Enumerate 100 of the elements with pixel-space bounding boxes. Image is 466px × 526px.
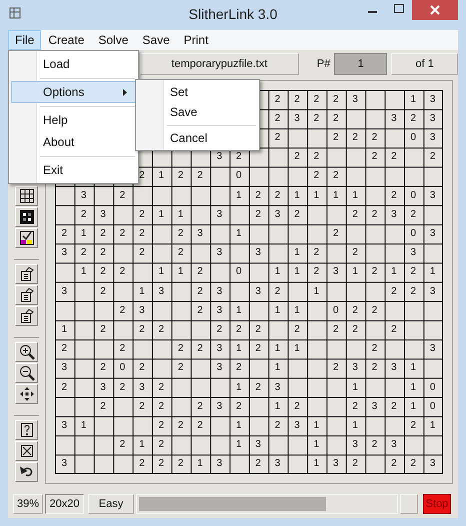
menu-item[interactable]: Save [135,30,177,50]
menu-entry[interactable]: Cancel [138,122,257,148]
menu-item[interactable]: Create [41,30,92,50]
clue-number: 3 [255,247,261,258]
clue-number: 3 [216,343,222,354]
clue-number: 2 [314,112,320,124]
clue-number: 2 [178,170,184,182]
clue-number: 1 [197,458,203,470]
clue-number: 2 [410,266,416,278]
menu-entry[interactable]: About [11,131,136,153]
clue-number: 0 [236,266,242,278]
clue-number: 2 [352,400,358,412]
clue-number: 3 [255,286,261,297]
clue-number: 3 [62,362,68,374]
clue-number: 1 [236,343,242,354]
clue-number: 2 [274,286,280,297]
clue-number: 3 [274,382,280,393]
clue-number: 1 [314,420,320,431]
menu-item[interactable]: Solve [91,30,136,50]
clue-number: 2 [100,286,106,297]
clue-number: 2 [332,112,339,124]
clue-number: 2 [197,343,203,354]
clue-number: 2 [120,266,126,278]
menu-entry[interactable]: Save [138,102,257,122]
clue-number: 3 [391,208,397,220]
clue-number: 2 [178,247,184,258]
clue-number: 1 [236,304,242,316]
clue-number: 1 [236,439,242,450]
clue-number: 2 [178,362,184,374]
clue-number: 3 [100,208,106,220]
clue-number: 1 [139,286,145,297]
clue-number: 2 [274,132,280,144]
menu-entry[interactable]: Set [138,82,257,102]
clue-number: 2 [139,324,145,335]
clue-number: 2 [139,247,145,258]
clue-number: 2 [332,324,339,335]
clue-number: 1 [332,190,339,201]
clue-number: 2 [139,400,145,412]
clue-number: 2 [372,132,378,144]
clue-number: 1 [236,190,242,201]
clue-number: 2 [120,190,126,201]
clue-number: 2 [236,400,242,412]
puzzle-number-field[interactable]: 1 [334,53,388,75]
menu-item[interactable]: File [8,30,42,50]
clue-number: 2 [352,304,358,316]
clue-number: 3 [430,458,436,470]
clue-number: 2 [158,439,164,450]
clue-number: 2 [372,208,378,220]
difficulty-label: Easy [88,494,134,514]
menu-entry[interactable]: Exit [11,153,136,181]
clue-number: 1 [274,266,280,278]
clue-number: 1 [294,190,300,201]
clue-number: 1 [178,266,184,278]
clue-number: 2 [62,343,68,354]
clue-number: 2 [158,324,164,335]
clue-number: 2 [274,112,280,124]
clue-number: 2 [352,208,358,220]
clue-number: 2 [139,208,145,220]
clue-number: 2 [274,94,280,105]
clue-number: 1 [294,266,300,278]
clue-number: 2 [80,247,86,258]
clue-number: 3 [391,112,397,124]
clue-number: 2 [139,228,145,240]
menu-entry[interactable]: Help [11,103,136,131]
clue-number: 2 [236,324,242,335]
clue-number: 2 [314,94,320,105]
clue-number: 3 [100,382,106,393]
menu-entry[interactable]: Load [11,53,136,75]
clue-number: 2 [352,247,358,258]
clue-number: 2 [255,324,261,335]
clue-number: 2 [197,286,203,297]
clue-number: 2 [158,382,164,393]
clue-number: 1 [352,420,358,431]
clue-number: 2 [372,304,378,316]
clue-number: 1 [158,170,164,182]
clue-number: 2 [430,151,436,162]
clue-number: 2 [274,190,280,201]
menu-item[interactable]: Print [176,30,216,50]
clue-number: 2 [178,458,184,470]
clue-number: 2 [410,112,416,124]
clue-number: 2 [120,439,126,450]
clue-number: 2 [100,247,106,258]
clue-number: 2 [410,286,416,297]
clue-number: 2 [197,420,203,431]
clue-number: 2 [391,190,397,201]
clue-number: 1 [274,343,280,354]
clue-number: 3 [216,151,222,162]
clue-number: 1 [352,266,358,278]
clue-number: 2 [372,362,378,374]
clue-number: 3 [216,458,222,470]
clue-number: 2 [255,458,261,470]
clue-number: 1 [236,382,242,393]
clue-number: 2 [294,151,300,162]
clue-number: 3 [62,286,68,297]
clue-number: 2 [372,151,378,162]
clue-number: 2 [255,190,261,201]
clue-number: 1 [410,400,416,412]
clue-number: 2 [158,458,164,470]
clue-number: 2 [391,458,397,470]
menu-entry[interactable]: Options [11,75,136,103]
